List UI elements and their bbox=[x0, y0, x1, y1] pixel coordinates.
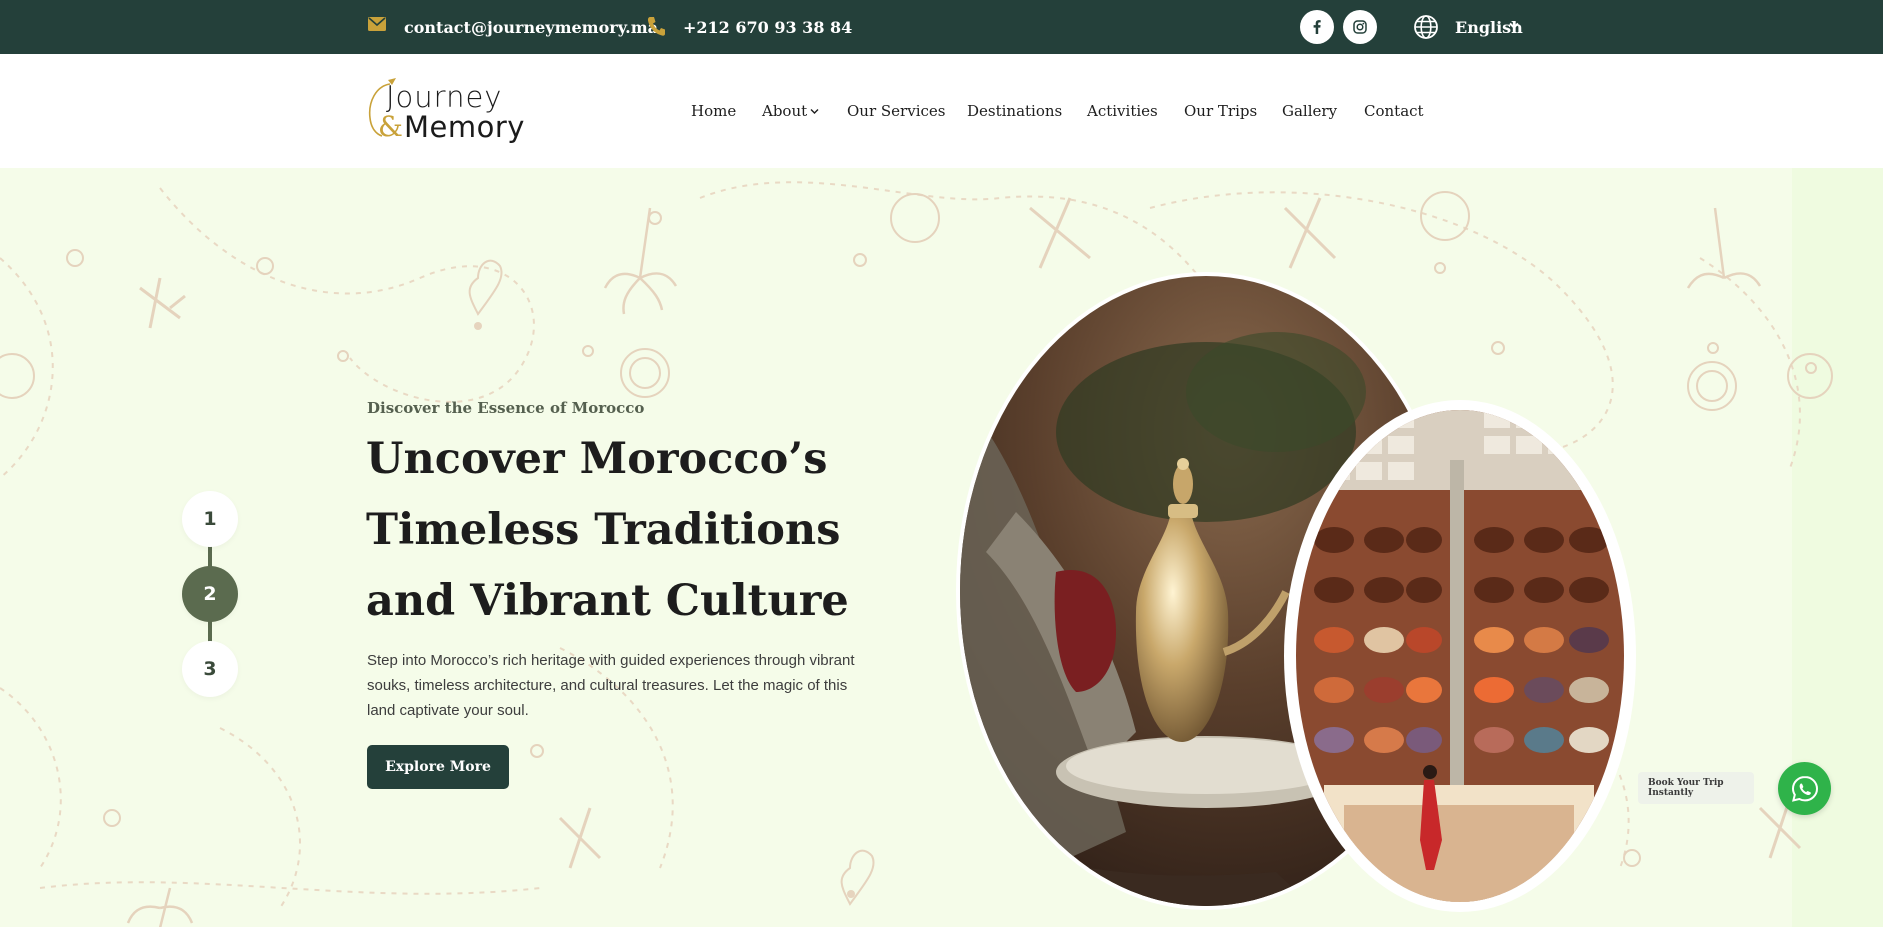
explore-more-button[interactable]: Explore More bbox=[367, 745, 509, 789]
envelope-icon bbox=[368, 17, 386, 31]
chevron-down-icon[interactable] bbox=[1509, 22, 1519, 30]
nav-destinations[interactable]: Destinations bbox=[967, 54, 1062, 168]
contact-phone-link[interactable]: +212 670 93 38 84 bbox=[683, 0, 852, 54]
contact-email-link[interactable]: contact@journeymemory.ma bbox=[404, 0, 658, 54]
facebook-button[interactable] bbox=[1300, 10, 1334, 44]
instagram-button[interactable] bbox=[1343, 10, 1377, 44]
nav-our-trips[interactable]: Our Trips bbox=[1184, 54, 1257, 168]
nav-contact[interactable]: Contact bbox=[1364, 54, 1424, 168]
about-chevron-down-icon[interactable] bbox=[810, 108, 819, 115]
whatsapp-icon bbox=[1791, 775, 1818, 802]
nav-gallery[interactable]: Gallery bbox=[1282, 54, 1337, 168]
slide-step-3[interactable]: 3 bbox=[182, 641, 238, 697]
hero-description: Step into Morocco’s rich heritage with g… bbox=[367, 652, 855, 719]
hero-section: 1 2 3 Discover the Essence of Morocco Un… bbox=[0, 168, 1883, 927]
whatsapp-button[interactable] bbox=[1778, 762, 1831, 815]
tanneries-photo bbox=[1284, 400, 1636, 912]
nav-activities[interactable]: Activities bbox=[1087, 54, 1158, 168]
globe-icon bbox=[1414, 15, 1438, 39]
phone-icon bbox=[647, 17, 665, 36]
book-trip-label[interactable]: Book Your Trip Instantly bbox=[1638, 772, 1754, 804]
hero-headline: Uncover Morocco’s Timeless Traditions an… bbox=[366, 434, 849, 626]
slide-step-1[interactable]: 1 bbox=[182, 491, 238, 547]
facebook-icon bbox=[1313, 20, 1321, 34]
site-logo[interactable]: Journey & Memory bbox=[366, 76, 524, 150]
nav-home[interactable]: Home bbox=[691, 54, 736, 168]
hero-eyebrow: Discover the Essence of Morocco bbox=[367, 399, 645, 417]
logo-ampersand: & bbox=[378, 110, 403, 143]
nav-about[interactable]: About bbox=[762, 54, 807, 168]
main-header: Journey & Memory Home About Our Services… bbox=[0, 54, 1883, 168]
instagram-icon bbox=[1353, 20, 1367, 34]
top-bar: contact@journeymemory.ma +212 670 93 38 … bbox=[0, 0, 1883, 54]
logo-text-journey: Journey bbox=[386, 80, 503, 114]
slide-step-2-active[interactable]: 2 bbox=[182, 566, 238, 622]
nav-our-services[interactable]: Our Services bbox=[847, 54, 945, 168]
logo-text-memory: Memory bbox=[404, 110, 525, 144]
